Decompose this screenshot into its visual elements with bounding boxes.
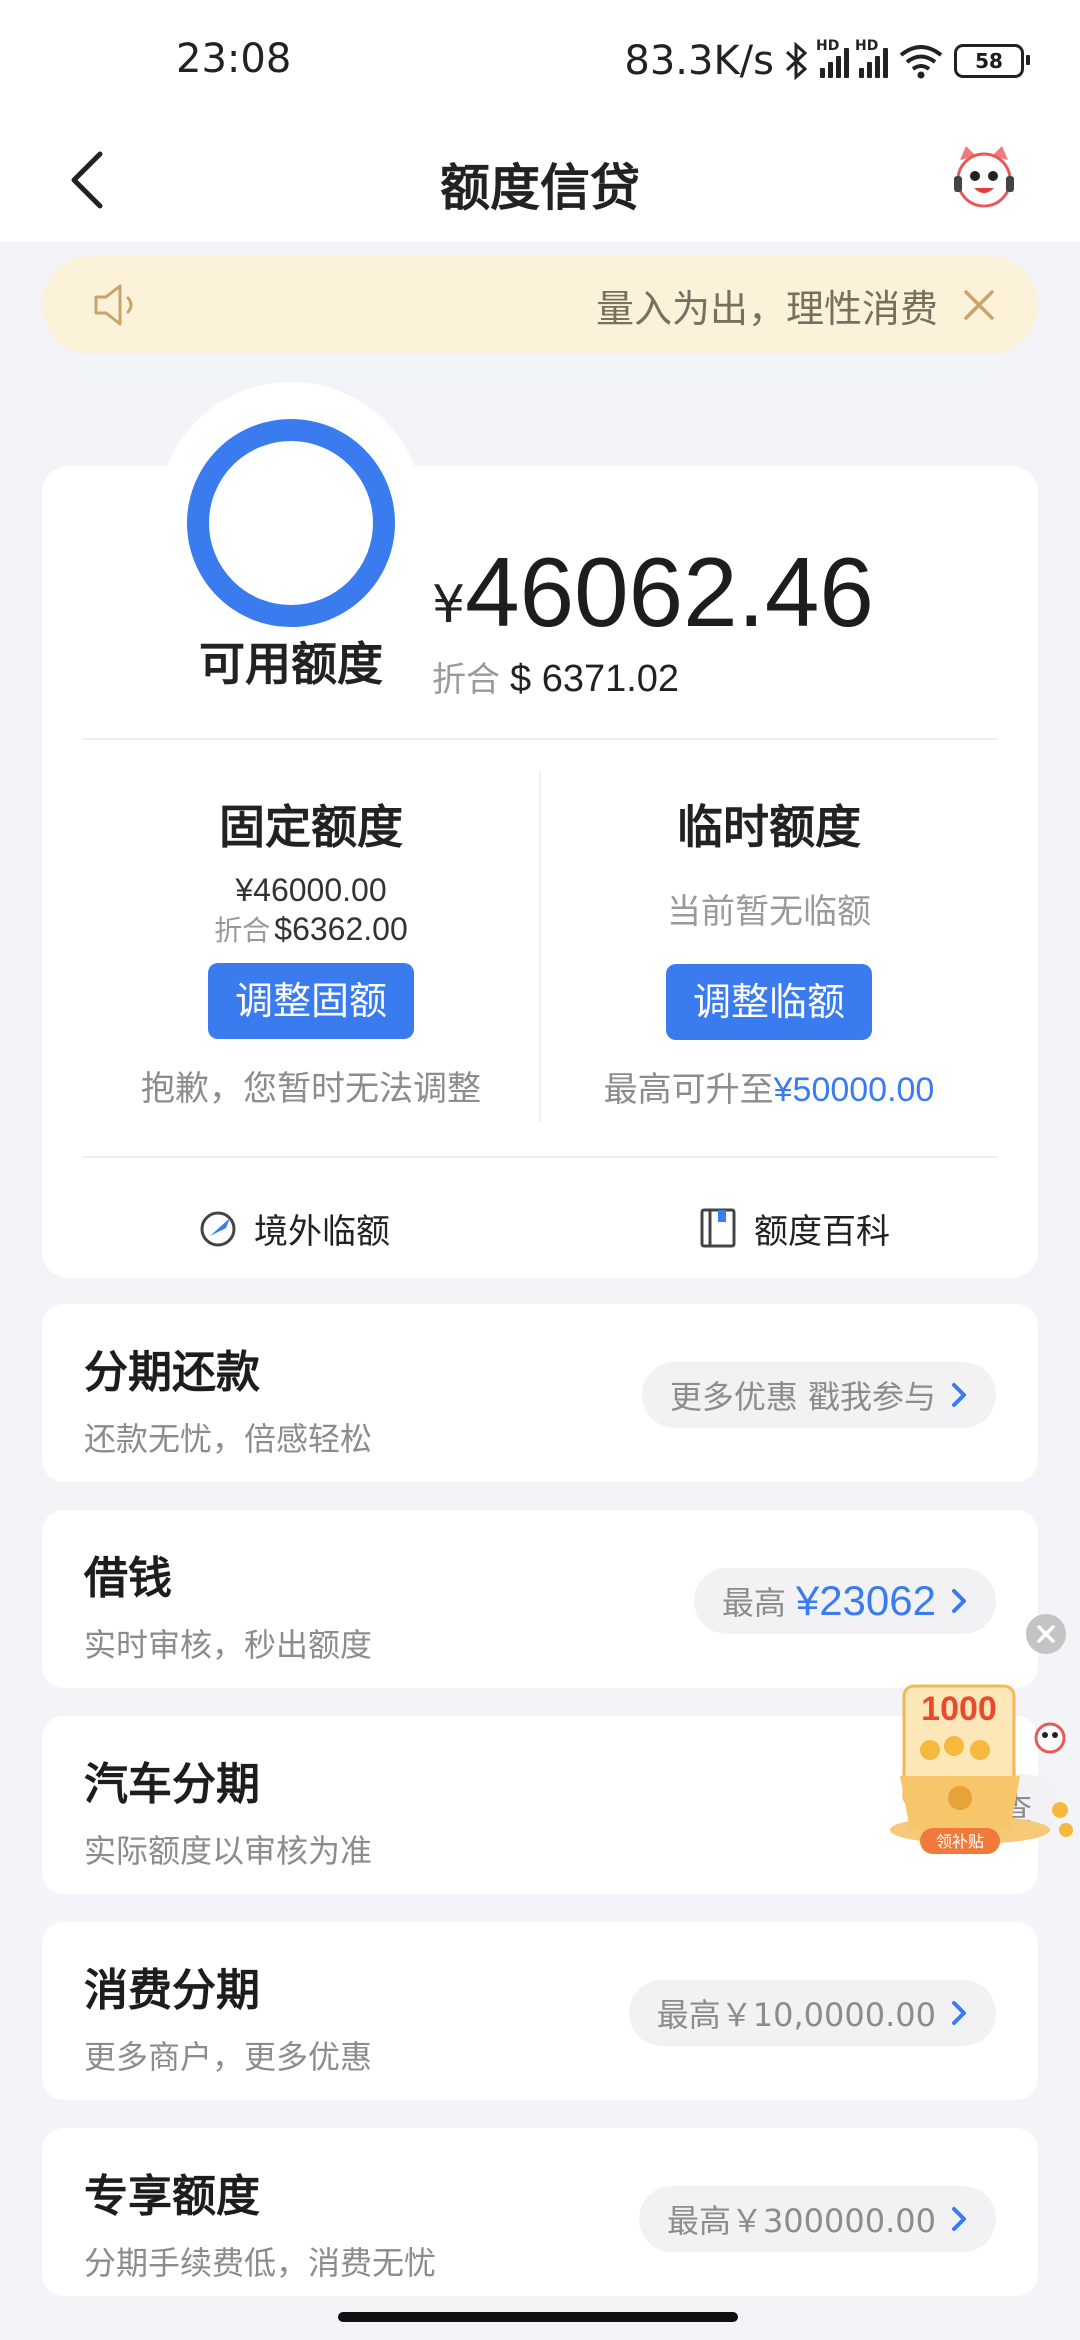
bluetooth-icon: [785, 42, 808, 80]
customer-service-mascot-icon[interactable]: [944, 138, 1024, 218]
fixed-credit-section: 固定额度 ¥46000.00 折合 $6362.00 调整固额 抱歉，您暂时无法调…: [82, 792, 540, 1110]
chevron-right-icon: [952, 2207, 966, 2231]
book-icon: [700, 1208, 736, 1248]
battery-icon: 58: [954, 44, 1030, 78]
chevron-right-icon: [952, 2001, 966, 2025]
adjust-fixed-credit-button[interactable]: 调整固额: [208, 963, 414, 1039]
chevron-right-icon: [952, 1589, 966, 1613]
fixed-credit-usd: 折合 $6362.00: [214, 911, 408, 947]
service-subtitle: 分期手续费低，消费无忧: [84, 2244, 437, 2282]
fixed-credit-note: 抱歉，您暂时无法调整: [141, 1069, 481, 1109]
available-credit-label: 可用额度: [199, 637, 383, 691]
service-title: 分期还款: [84, 1347, 260, 1398]
close-icon[interactable]: [954, 280, 1004, 330]
speaker-icon: [94, 284, 133, 326]
overseas-temp-credit-label: 境外临额: [254, 1211, 390, 1252]
service-title: 消费分期: [84, 1965, 260, 2016]
wifi-icon: [899, 45, 943, 79]
available-credit-usd: 折合 $ 6371.02: [432, 658, 680, 700]
consumer-installment-card[interactable]: 消费分期 更多商户，更多优惠 最高￥10,0000.00: [42, 1922, 1038, 2100]
temporary-credit-title: 临时额度: [677, 800, 861, 854]
overseas-temp-credit-link[interactable]: 境外临额: [196, 1188, 390, 1268]
credit-wiki-link[interactable]: 额度百科: [696, 1188, 890, 1268]
temporary-credit-note: 最高可升至¥50000.00: [603, 1070, 935, 1110]
credit-wiki-label: 额度百科: [754, 1211, 890, 1252]
chevron-right-icon: [952, 1383, 966, 1407]
borrow-card[interactable]: 借钱 实时审核，秒出额度 最高 ¥23062: [42, 1510, 1038, 1688]
service-subtitle: 实时审核，秒出额度: [84, 1626, 373, 1664]
service-title: 专享额度: [84, 2171, 260, 2222]
service-title: 借钱: [84, 1553, 172, 1604]
temporary-credit-status: 当前暂无临额: [667, 892, 871, 932]
adjust-temporary-credit-button[interactable]: 调整临额: [666, 964, 872, 1040]
fixed-credit-title: 固定额度: [219, 800, 403, 854]
available-credit-amount: ¥46062.46: [432, 537, 874, 647]
service-title: 汽车分期: [84, 1759, 260, 1810]
network-speed: 83.3K/s: [624, 38, 774, 84]
status-time: 23:08: [176, 36, 292, 82]
home-indicator[interactable]: [338, 2312, 738, 2322]
notice-banner[interactable]: 量入为出，理性消费: [42, 256, 1038, 354]
exclusive-credit-card[interactable]: 专享额度 分期手续费低，消费无忧 最高￥300000.00: [42, 2128, 1038, 2296]
service-action-pill[interactable]: 更多优惠 戳我参与: [641, 1362, 996, 1428]
notice-text: 量入为出，理性消费: [595, 287, 938, 331]
service-action-pill[interactable]: 最高 ¥23062: [693, 1568, 996, 1634]
globe-plane-icon: [200, 1211, 236, 1247]
installment-repayment-card[interactable]: 分期还款 还款无忧，倍感轻松 更多优惠 戳我参与: [42, 1304, 1038, 1482]
fixed-credit-amount: ¥46000.00: [235, 872, 387, 908]
temporary-credit-section: 临时额度 当前暂无临额 调整临额 最高可升至¥50000.00: [540, 792, 998, 1111]
promo-close-icon[interactable]: [1026, 1614, 1066, 1654]
service-subtitle: 还款无忧，倍感轻松: [84, 1420, 373, 1458]
service-action-pill[interactable]: 最高￥10,0000.00: [628, 1980, 996, 2046]
subsidy-promo-badge[interactable]: 1000 领补贴: [870, 1680, 1080, 1860]
signal-1-icon: HD: [816, 38, 849, 78]
service-subtitle: 更多商户，更多优惠: [84, 2038, 373, 2076]
status-icons: 83.3K/s HD HD 58: [624, 36, 1030, 86]
service-action-pill[interactable]: 最高￥300000.00: [638, 2186, 996, 2252]
page-title: 额度信贷: [440, 159, 640, 217]
status-bar: 23:08 83.3K/s HD HD 58: [0, 0, 1080, 120]
divider: [82, 1156, 998, 1158]
signal-2-icon: HD: [855, 38, 888, 78]
service-subtitle: 实际额度以审核为准: [84, 1832, 373, 1870]
promo-label: 领补贴: [936, 1832, 984, 1851]
divider: [82, 738, 998, 740]
header: 额度信贷: [0, 120, 1080, 242]
available-credit-ring: [187, 419, 395, 627]
promo-amount: 1000: [921, 1690, 997, 1728]
